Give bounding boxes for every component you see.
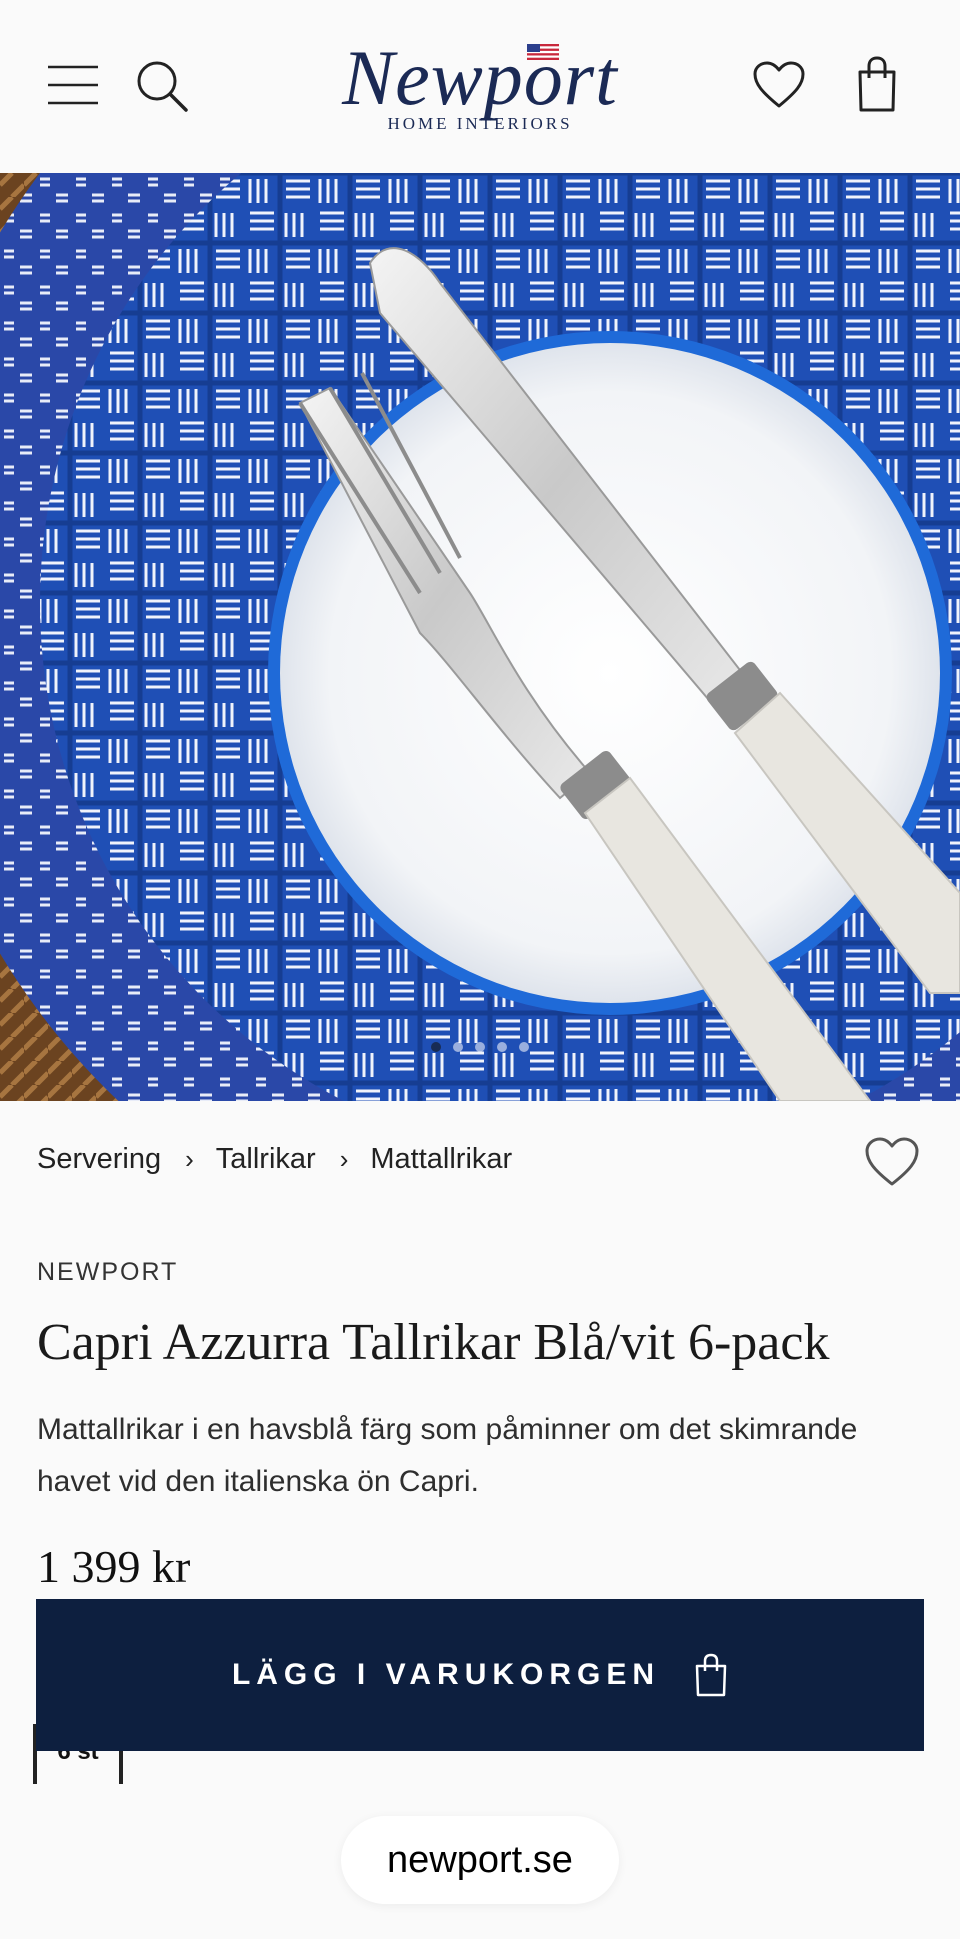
- search-icon[interactable]: [134, 58, 190, 114]
- plate-photo: [0, 173, 960, 1101]
- add-to-cart-label: LÄGG I VARUKORGEN: [231, 1658, 661, 1691]
- gallery-dots: [0, 1039, 960, 1057]
- breadcrumb-separator: ›: [339, 1143, 349, 1174]
- gallery-dot[interactable]: [453, 1042, 463, 1052]
- product-image[interactable]: [0, 173, 960, 1101]
- menu-icon[interactable]: [46, 64, 100, 106]
- gallery-dot[interactable]: [475, 1042, 485, 1052]
- heart-icon[interactable]: [752, 60, 806, 110]
- breadcrumb-item-mattallrikar[interactable]: Mattallrikar: [370, 1143, 512, 1176]
- bag-icon[interactable]: [856, 56, 898, 112]
- product-title: Capri Azzurra Tallrikar Blå/vit 6-pack: [37, 1314, 830, 1371]
- browser-url-bar[interactable]: newport.se: [341, 1816, 619, 1904]
- site-header: Newport HOME INTERIORS: [0, 0, 960, 173]
- site-logo[interactable]: Newport HOME INTERIORS: [300, 30, 660, 140]
- product-brand[interactable]: NEWPORT: [37, 1258, 178, 1287]
- breadcrumb-item-servering[interactable]: Servering: [37, 1143, 161, 1176]
- product-description: Mattallrikar i en havsblå färg som påmin…: [37, 1413, 858, 1498]
- breadcrumb: Servering › Tallrikar › Mattallrikar: [37, 1139, 512, 1179]
- logo-wordmark: Newport: [342, 34, 618, 121]
- product-price: 1 399 kr: [37, 1541, 191, 1592]
- breadcrumb-separator: ›: [185, 1143, 194, 1174]
- breadcrumb-item-tallrikar[interactable]: Tallrikar: [216, 1143, 316, 1176]
- us-flag-icon: [527, 44, 559, 60]
- gallery-dot[interactable]: [431, 1042, 441, 1052]
- favorite-icon[interactable]: [864, 1136, 920, 1188]
- bag-icon: [695, 1653, 727, 1697]
- add-to-cart-button[interactable]: LÄGG I VARUKORGEN: [36, 1599, 924, 1751]
- gallery-dot[interactable]: [497, 1042, 507, 1052]
- gallery-dot[interactable]: [519, 1042, 529, 1052]
